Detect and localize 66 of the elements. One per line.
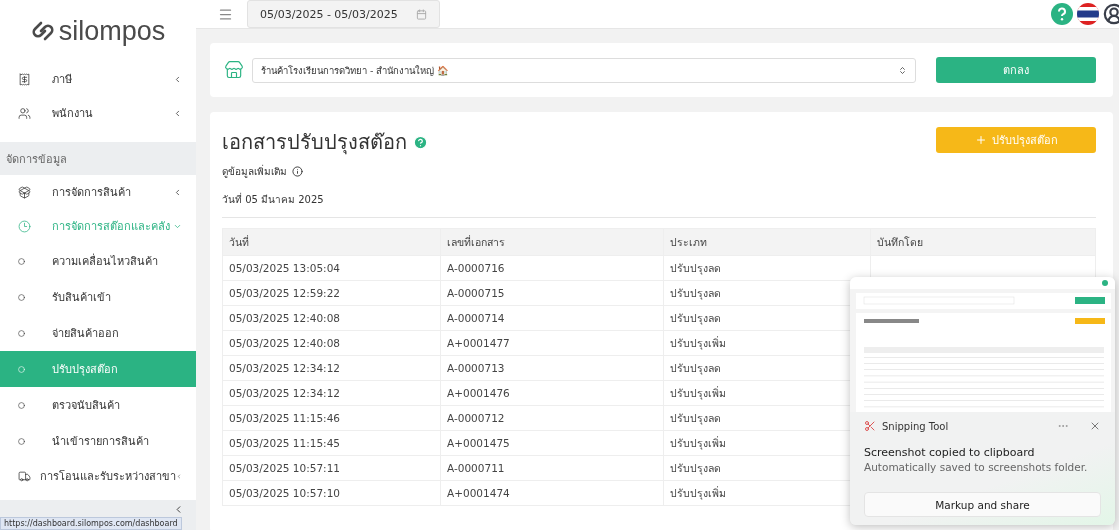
- chevron-left-icon: [173, 74, 182, 84]
- sidebar-item[interactable]: จ่ายสินค้าออก: [0, 315, 196, 351]
- date-range-field[interactable]: 05/03/2025 - 05/03/2025: [247, 0, 440, 28]
- store-select[interactable]: ร้านค้าโรงเรียนการดวิทยา - สำนักงานใหญ่ 🏠: [252, 57, 916, 83]
- store-icon: [224, 60, 244, 80]
- user-icon[interactable]: [1103, 3, 1119, 25]
- markup-button[interactable]: Markup and share: [864, 492, 1101, 517]
- report-date: วันที่ 05 มีนาคม 2025: [222, 192, 324, 207]
- calendar-icon: [415, 8, 427, 20]
- chevron-left-icon: [173, 108, 182, 118]
- table-cell: A-0000715: [440, 280, 664, 306]
- page-title: เอกสารปรับปรุงสต๊อก: [222, 129, 407, 157]
- table-cell: A-0000713: [440, 355, 664, 381]
- table-cell: 05/03/2025 11:15:45: [222, 430, 441, 456]
- logo-icon: [30, 20, 55, 42]
- help-icon[interactable]: [413, 135, 428, 150]
- table-cell: 05/03/2025 12:34:12: [222, 355, 441, 381]
- sidebar-item[interactable]: ความเคลื่อนไหวสินค้า: [0, 243, 196, 279]
- table-cell: A-0000714: [440, 305, 664, 331]
- sidebar-item[interactable]: การจัดการสินค้า: [0, 175, 196, 209]
- sidebar-item[interactable]: การโอนและรับระหว่างสาขา: [0, 459, 196, 493]
- brand-name: silompos: [58, 15, 166, 47]
- table-cell: A-0000711: [440, 455, 664, 481]
- table-cell: A+0001476: [440, 380, 664, 406]
- table-cell: 05/03/2025 10:57:10: [222, 480, 441, 506]
- circle-icon: [18, 257, 25, 265]
- sidebar-section-title: จัดการข้อมูล: [0, 142, 196, 175]
- table-cell: 05/03/2025 12:59:22: [222, 280, 441, 306]
- scissors-icon: [864, 420, 876, 432]
- sidebar-item[interactable]: ภาษี: [0, 62, 196, 96]
- circle-icon: [18, 401, 25, 409]
- column-header: วันที่: [222, 228, 441, 256]
- flag-icon[interactable]: [1077, 3, 1099, 25]
- table-cell: 05/03/2025 10:57:11: [222, 455, 441, 481]
- updown-icon: [898, 65, 907, 75]
- close-icon[interactable]: [1089, 420, 1101, 432]
- notification-title: Screenshot copied to clipboard: [864, 446, 1036, 459]
- chevron-left-icon: [176, 471, 182, 481]
- table-cell: 05/03/2025 13:05:04: [222, 255, 441, 281]
- table-cell: 05/03/2025 12:40:08: [222, 330, 441, 356]
- plus-icon: [974, 134, 987, 146]
- table-cell: 05/03/2025 12:34:12: [222, 380, 441, 406]
- column-header: ประเภท: [663, 228, 871, 256]
- table-cell: A+0001475: [440, 430, 664, 456]
- notification-body: Automatically saved to screenshots folder.: [864, 461, 1089, 473]
- table-cell: A+0001477: [440, 330, 664, 356]
- table-cell: A-0000716: [440, 255, 664, 281]
- sidebar-item[interactable]: รับสินค้าเข้า: [0, 279, 196, 315]
- sidebar-item[interactable]: นำเข้ารายการสินค้า: [0, 423, 196, 459]
- sidebar-item[interactable]: พนักงาน: [0, 96, 196, 130]
- column-header: บันทึกโดย: [870, 228, 1096, 256]
- table-cell: 05/03/2025 11:15:46: [222, 405, 441, 431]
- circle-icon: [18, 329, 25, 337]
- more-info-link[interactable]: ดูข้อมูลเพิ่มเติม: [222, 164, 287, 179]
- chevron-left-icon: [173, 187, 182, 197]
- status-url: https://dashboard.silompos.com/dashboard: [0, 517, 182, 530]
- info-icon: [292, 166, 303, 177]
- sidebar-item[interactable]: ตรวจนับสินค้า: [0, 387, 196, 423]
- circle-icon: [18, 437, 25, 445]
- table-cell: A-0000712: [440, 405, 664, 431]
- column-header: เลขที่เอกสาร: [440, 228, 664, 256]
- app-name: Snipping Tool: [882, 420, 949, 432]
- table-cell: A+0001474: [440, 480, 664, 506]
- table-cell: 05/03/2025 12:40:08: [222, 305, 441, 331]
- circle-icon: [18, 365, 25, 373]
- circle-icon: [18, 293, 25, 301]
